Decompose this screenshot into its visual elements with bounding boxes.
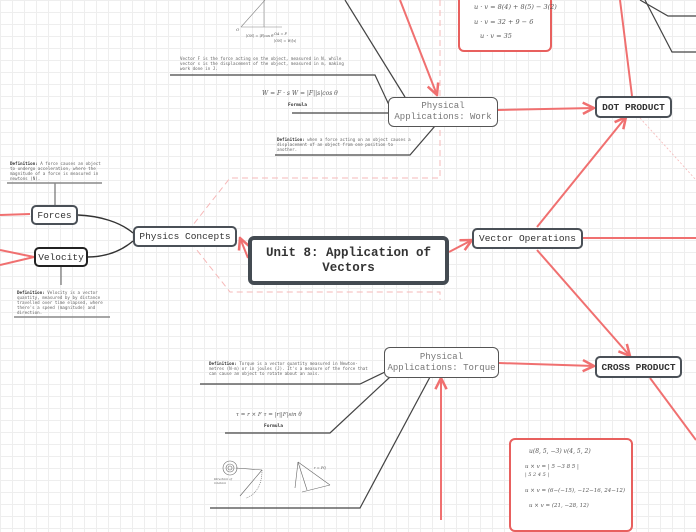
work-diagram-label-on: |ON| = |F|cos θ (246, 34, 274, 38)
link-work-dot (497, 108, 594, 110)
link-root-vecops (448, 240, 472, 253)
torque-diagram-label-r: r = PQ (314, 466, 327, 470)
vector-operations-label: Vector Operations (479, 233, 576, 244)
link-physics-velocity (86, 240, 134, 258)
dashed-link (639, 117, 696, 181)
work-label-line1: Physical (421, 101, 465, 111)
cross-step-1: u(8, 5, −3) v(4, 5, 2) (529, 448, 591, 455)
link-vecops-cross (536, 249, 630, 356)
work-formula-caption: Formula (288, 103, 307, 108)
work-diagram-label-oa: OA = F (274, 32, 287, 36)
dot-step-3: u · v = 35 (480, 32, 512, 40)
link-forces-left (0, 213, 31, 216)
physics-concepts-node[interactable]: Physics Concepts (133, 226, 237, 247)
cross-product-label: CROSS PRODUCT (601, 361, 676, 373)
work-diagram-label-o: O (236, 27, 240, 32)
work-definition-note: Definition: when a force acting on an ob… (277, 137, 412, 152)
work-vector-note: Vector F is the force acting on the obje… (180, 56, 355, 71)
velocity-definition-note: Definition: Velocity is a vector quantit… (17, 290, 109, 315)
work-formula: W = F · s W = |F||s|cos θ (262, 90, 338, 97)
torque-definition-note: Definition: Torque is a vector quantity … (209, 361, 369, 376)
cross-step-5: u × v = (21, −28, 12) (529, 503, 589, 509)
work-label-line2: Applications: Work (394, 112, 492, 122)
torque-formula-caption: Formula (264, 424, 283, 429)
work-diagram-label-w: |ON| = W/|s| (274, 39, 297, 43)
dot-product-node[interactable]: DOT PRODUCT (595, 96, 672, 118)
link-velocity-left (0, 249, 35, 266)
link-work-top (344, 0, 406, 98)
vector-operations-node[interactable]: Vector Operations (472, 228, 583, 249)
cross-step-3: | 5 2 4 5 | (525, 472, 550, 478)
velocity-label: Velocity (38, 251, 84, 263)
dot-product-label: DOT PRODUCT (602, 101, 665, 113)
link-torque-cross (498, 363, 594, 366)
cross-product-example-box: u(8, 5, −3) v(4, 5, 2) u × v = | 5 −3 8 … (509, 438, 633, 532)
torque-node[interactable]: Physical Applications: Torque (384, 347, 499, 378)
link-cross-down (649, 377, 696, 441)
work-diagram-sketch (240, 0, 282, 28)
work-node[interactable]: Physical Applications: Work (388, 97, 498, 127)
physics-concepts-label: Physics Concepts (139, 231, 231, 242)
forces-definition-note: Definition: A force causes an object to … (10, 161, 102, 181)
root-node[interactable]: Unit 8: Application of Vectors (248, 236, 449, 285)
dot-step-2: u · v = 32 + 9 − 6 (474, 18, 534, 26)
link-torque-diagram (210, 376, 431, 509)
dot-step-1: u · v = 8(4) + 8(5) − 3(2) (474, 3, 557, 11)
torque-label-line1: Physical (419, 351, 464, 362)
link-dot-top (619, 0, 633, 97)
link-top-work (399, 0, 437, 95)
cross-step-2: u × v = | 5 −3 8 5 | (525, 464, 579, 470)
cross-product-node[interactable]: CROSS PRODUCT (595, 356, 682, 378)
forces-label: Forces (37, 209, 72, 221)
link-physics-forces (77, 214, 134, 234)
root-title: Unit 8: Application of Vectors (265, 245, 432, 275)
link-topright-1 (639, 0, 696, 17)
dot-product-example-box: u · v = 8(4) + 8(5) − 3(2) u · v = 32 + … (458, 0, 557, 52)
forces-node[interactable]: Forces (31, 205, 78, 225)
cross-step-4: u × v = (6−(−15), −12−16, 24−12) (525, 488, 625, 494)
link-root-physics (240, 238, 248, 259)
work-vector-text: Vector F is the force acting on the obje… (180, 56, 344, 71)
link-vecops-dot (536, 117, 626, 228)
torque-diagram-label-rotation: Direction of rotation (214, 477, 233, 485)
velocity-node[interactable]: Velocity (34, 247, 88, 267)
torque-label-line2: Applications: Torque (387, 362, 496, 373)
link-torque-formula (225, 376, 391, 434)
torque-formula: τ = r × F τ = |r||F|sin θ (236, 412, 302, 418)
